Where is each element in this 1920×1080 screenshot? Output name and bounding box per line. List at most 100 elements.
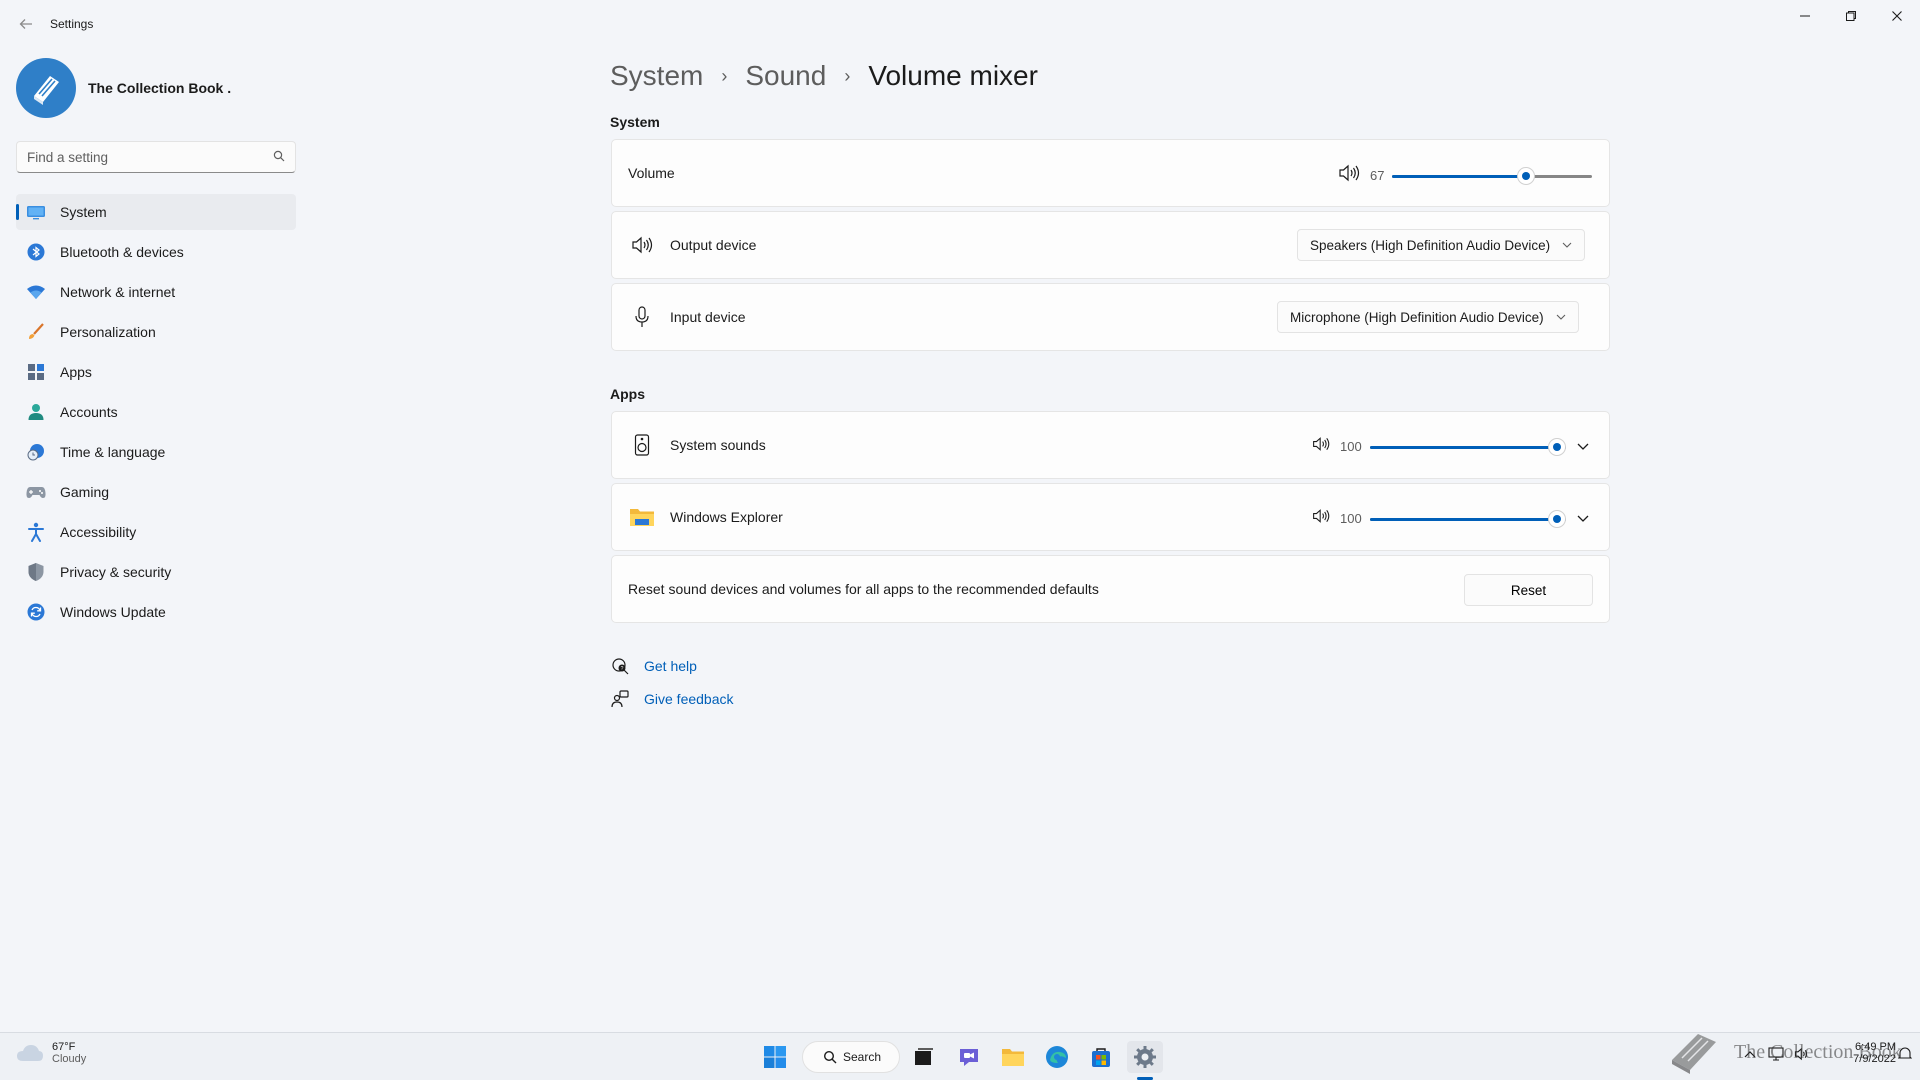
app-volume-value: 100: [1340, 439, 1362, 454]
give-feedback-label: Give feedback: [644, 691, 734, 707]
close-button[interactable]: [1874, 4, 1920, 28]
sidebar-item-label: Privacy & security: [60, 564, 172, 580]
breadcrumb: System › Sound › Volume mixer: [610, 56, 1038, 96]
shield-icon: [26, 562, 46, 582]
sidebar-item-system[interactable]: System: [16, 194, 296, 230]
output-device-card: Output device Speakers (High Definition …: [611, 211, 1610, 279]
back-button[interactable]: [14, 12, 38, 36]
restore-icon: [1846, 11, 1856, 21]
taskbar-search[interactable]: Search: [802, 1041, 900, 1073]
get-help-label: Get help: [644, 658, 697, 674]
sidebar-item-label: System: [60, 204, 107, 220]
slider-fill: [1392, 174, 1527, 178]
slider-thumb[interactable]: [1547, 437, 1566, 456]
brush-icon: [26, 322, 46, 342]
sidebar-item-apps[interactable]: Apps: [16, 354, 296, 390]
chevron-down-icon: [1577, 515, 1589, 522]
start-button[interactable]: [757, 1041, 793, 1073]
settings-taskbar-button[interactable]: [1127, 1041, 1163, 1073]
chat-icon: [960, 1049, 978, 1066]
volume-card: Volume 67: [611, 139, 1610, 207]
reset-button[interactable]: Reset: [1464, 574, 1593, 606]
slider-thumb[interactable]: [1517, 166, 1536, 185]
minimize-button[interactable]: [1782, 4, 1828, 28]
app-volume-slider[interactable]: [1369, 437, 1566, 457]
weather-widget[interactable]: 67°F Cloudy: [16, 1041, 86, 1065]
sidebar-item-privacy[interactable]: Privacy & security: [16, 554, 296, 590]
help-icon: ?: [610, 656, 630, 676]
speaker-icon[interactable]: [1338, 164, 1360, 187]
speaker-icon[interactable]: [1312, 436, 1330, 457]
user-profile[interactable]: The Collection Book .: [16, 56, 296, 120]
book-logo-icon: [1672, 1034, 1716, 1074]
output-device-selected: Speakers (High Definition Audio Device): [1310, 237, 1551, 253]
slider-fill: [1369, 445, 1566, 449]
reset-description: Reset sound devices and volumes for all …: [628, 581, 1099, 597]
input-device-card: Input device Microphone (High Definition…: [611, 283, 1610, 351]
output-device-dropdown[interactable]: Speakers (High Definition Audio Device): [1297, 229, 1586, 261]
input-device-label: Input device: [670, 309, 746, 325]
sidebar-item-accessibility[interactable]: Accessibility: [16, 514, 296, 550]
file-explorer-button[interactable]: [995, 1041, 1031, 1073]
svg-text:?: ?: [621, 666, 624, 672]
master-volume-slider[interactable]: [1392, 166, 1593, 186]
sidebar-item-label: Bluetooth & devices: [60, 244, 184, 260]
search-input[interactable]: [27, 149, 273, 165]
sidebar-item-gaming[interactable]: Gaming: [16, 474, 296, 510]
gamepad-icon: [26, 482, 46, 502]
sidebar-item-windows-update[interactable]: Windows Update: [16, 594, 296, 630]
book-logo-icon: [34, 76, 59, 105]
get-help-link[interactable]: ? Get help: [610, 656, 697, 676]
chevron-down-icon: [1556, 312, 1566, 323]
search-icon: [823, 1050, 837, 1064]
speaker-icon: [628, 231, 656, 259]
app-volume-control: 100: [1312, 508, 1566, 529]
reset-card: Reset sound devices and volumes for all …: [611, 555, 1610, 623]
edge-button[interactable]: [1039, 1041, 1075, 1073]
taskbar-search-label: Search: [843, 1050, 882, 1064]
chevron-down-icon: [1562, 240, 1572, 251]
account-icon: [26, 402, 46, 422]
sidebar-item-personalization[interactable]: Personalization: [16, 314, 296, 350]
slider-fill: [1369, 517, 1566, 521]
breadcrumb-separator: ›: [721, 65, 728, 86]
breadcrumb-system[interactable]: System: [610, 60, 703, 92]
sidebar-item-bluetooth[interactable]: Bluetooth & devices: [16, 234, 296, 270]
slider-thumb[interactable]: [1547, 509, 1566, 528]
close-icon: [1892, 11, 1902, 21]
speaker-device-icon: [628, 431, 656, 459]
restore-button[interactable]: [1828, 4, 1874, 28]
store-button[interactable]: [1083, 1041, 1119, 1073]
windows-logo-icon: [764, 1046, 786, 1068]
store-icon: [1092, 1048, 1110, 1067]
feedback-icon: [610, 689, 630, 709]
sidebar-item-network[interactable]: Network & internet: [16, 274, 296, 310]
sidebar-item-label: Personalization: [60, 324, 156, 340]
give-feedback-link[interactable]: Give feedback: [610, 689, 734, 709]
speaker-icon[interactable]: [1312, 508, 1330, 529]
weather-description: Cloudy: [52, 1053, 87, 1065]
watermark-text: The Collection Book: [1734, 1040, 1902, 1063]
sidebar-item-label: Accessibility: [60, 524, 137, 540]
bluetooth-icon: [26, 242, 46, 262]
input-device-dropdown[interactable]: Microphone (High Definition Audio Device…: [1277, 301, 1579, 333]
chevron-down-icon: [1577, 443, 1589, 450]
title-bar: Settings: [0, 0, 1920, 48]
system-icon: [26, 202, 46, 222]
weather-temperature: 67°F: [52, 1041, 76, 1053]
sidebar-item-accounts[interactable]: Accounts: [16, 394, 296, 430]
accessibility-icon: [26, 522, 46, 542]
breadcrumb-sound[interactable]: Sound: [745, 60, 826, 92]
task-view-button[interactable]: [906, 1041, 942, 1073]
app-name: System sounds: [670, 437, 766, 453]
apps-section-label: Apps: [610, 386, 645, 402]
app-volume-slider[interactable]: [1369, 509, 1566, 529]
chat-button[interactable]: [951, 1041, 987, 1073]
sidebar-item-time-language[interactable]: Time & language: [16, 434, 296, 470]
profile-name: The Collection Book .: [88, 80, 232, 96]
watermark: The Collection Book: [1668, 1030, 1902, 1074]
expand-button[interactable]: [1571, 506, 1595, 530]
expand-button[interactable]: [1571, 434, 1595, 458]
apps-icon: [26, 362, 46, 382]
settings-search-box[interactable]: [16, 141, 296, 173]
